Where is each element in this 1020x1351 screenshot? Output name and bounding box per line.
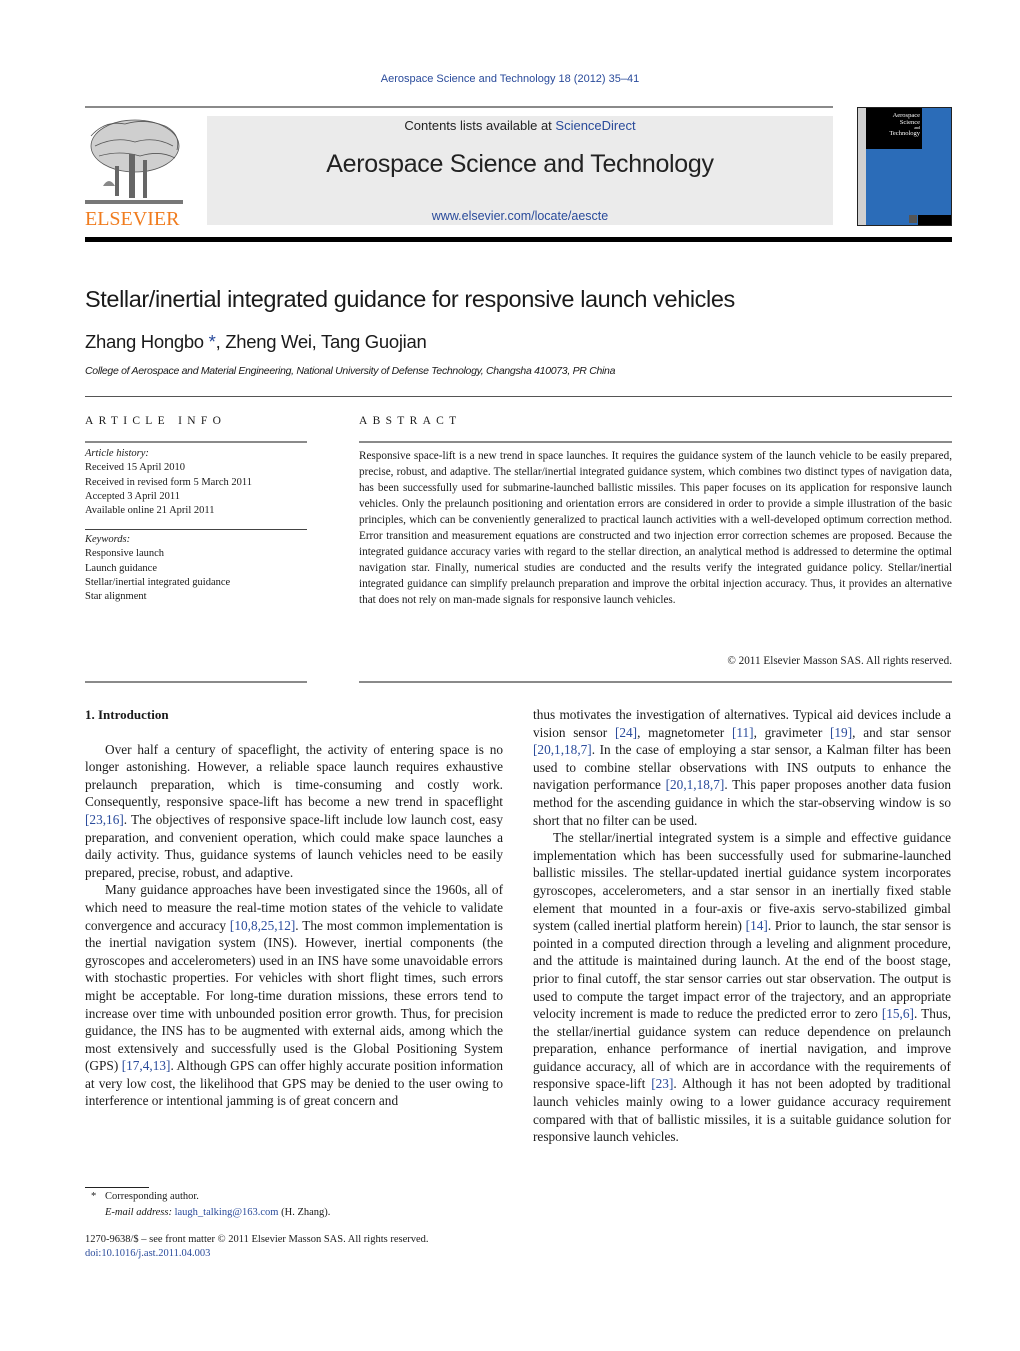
elsevier-wordmark: ELSEVIER bbox=[85, 208, 180, 230]
abstract-copyright: © 2011 Elsevier Masson SAS. All rights r… bbox=[727, 655, 952, 667]
journal-url-link[interactable]: www.elsevier.com/locate/aescte bbox=[207, 209, 833, 223]
author-name[interactable]: Tang Guojian bbox=[321, 331, 427, 352]
reference-link[interactable]: [23] bbox=[651, 1076, 673, 1091]
article-history-label: Article history: bbox=[85, 448, 149, 459]
cover-line: Technology bbox=[889, 130, 920, 137]
journal-cover-thumbnail[interactable]: Aerospace Science and Technology bbox=[857, 107, 952, 226]
email-owner: (H. Zhang). bbox=[278, 1207, 331, 1218]
history-accepted: Accepted 3 April 2011 bbox=[85, 490, 180, 502]
cover-spine bbox=[858, 108, 866, 225]
reference-link[interactable]: [11] bbox=[732, 725, 754, 740]
contents-prefix: Contents lists available at bbox=[404, 118, 556, 133]
abstract-end-rule bbox=[359, 681, 952, 683]
footnote-rule bbox=[85, 1187, 149, 1188]
article-history: Article history: Received 15 April 2010 … bbox=[85, 447, 307, 518]
keyword: Stellar/inertial integrated guidance bbox=[85, 576, 231, 588]
contents-availability: Contents lists available at ScienceDirec… bbox=[207, 118, 833, 133]
abstract-text: Responsive space-lift is a new trend in … bbox=[359, 450, 952, 606]
keyword: Star alignment bbox=[85, 591, 147, 603]
article-title: Stellar/inertial integrated guidance for… bbox=[85, 286, 735, 312]
issn-copyright: 1270-9638/$ – see front matter © 2011 El… bbox=[85, 1234, 429, 1245]
abstract-rule bbox=[359, 441, 952, 443]
section-heading-introduction: 1. Introduction bbox=[85, 707, 169, 722]
history-received: Received 15 April 2010 bbox=[85, 462, 186, 474]
paragraph-text: , and star sensor bbox=[852, 724, 952, 740]
author-separator: , bbox=[215, 331, 226, 352]
paragraph-text: , gravimeter bbox=[753, 724, 830, 740]
history-online: Available online 21 April 2011 bbox=[85, 505, 215, 517]
author-list: Zhang Hongbo *, Zheng Wei, Tang Guojian bbox=[85, 331, 427, 353]
keywords-label: Keywords: bbox=[85, 534, 131, 545]
cover-footer-band bbox=[918, 215, 951, 225]
reference-link[interactable]: [17,4,13] bbox=[122, 1058, 171, 1073]
corresponding-label: Corresponding author. bbox=[105, 1191, 199, 1202]
keywords-block: Keywords: Responsive launch Launch guida… bbox=[85, 533, 307, 604]
cover-line: Aerospace bbox=[892, 112, 920, 119]
paragraph-text: . The most common implementation is the … bbox=[85, 917, 503, 1074]
reference-link[interactable]: [24] bbox=[615, 725, 637, 740]
journal-banner: Contents lists available at ScienceDirec… bbox=[207, 116, 833, 225]
paragraph-text: , magnetometer bbox=[637, 724, 732, 740]
journal-citation[interactable]: Aerospace Science and Technology 18 (201… bbox=[0, 73, 1020, 85]
journal-title: Aerospace Science and Technology bbox=[326, 150, 714, 178]
reference-link[interactable]: [10,8,25,12] bbox=[230, 918, 295, 933]
header-rule bbox=[85, 106, 833, 108]
author-separator: , bbox=[311, 331, 322, 352]
keyword: Responsive launch bbox=[85, 548, 165, 560]
reference-link[interactable]: [19] bbox=[830, 725, 852, 740]
reference-link[interactable]: [15,6] bbox=[882, 1006, 914, 1021]
paragraph-continued: thus motivates the investigation of alte… bbox=[533, 706, 951, 829]
article-info-rule bbox=[85, 441, 307, 443]
reference-link[interactable]: [20,1,18,7] bbox=[666, 777, 725, 792]
sciencedirect-link[interactable]: ScienceDirect bbox=[555, 118, 635, 133]
paragraph-text: . The objectives of responsive space-lif… bbox=[85, 811, 503, 880]
paragraph-text: Over half a century of spaceflight, the … bbox=[85, 741, 503, 810]
elsevier-tree-icon bbox=[85, 119, 183, 204]
cover-line: Science bbox=[899, 119, 920, 126]
cover-title-block: Aerospace Science and Technology bbox=[866, 108, 922, 149]
email-label: E-mail address: bbox=[105, 1207, 172, 1218]
email-link[interactable]: laugh_talking@163.com bbox=[175, 1207, 279, 1218]
cover-publisher-icon bbox=[909, 215, 917, 223]
history-revised: Received in revised form 5 March 2011 bbox=[85, 476, 252, 488]
corresponding-author-footnote: * Corresponding author. E-mail address: l… bbox=[85, 1189, 330, 1221]
keyword: Launch guidance bbox=[85, 562, 158, 574]
author-name[interactable]: Zhang Hongbo bbox=[85, 331, 204, 352]
body-column-right: thus motivates the investigation of alte… bbox=[533, 706, 951, 1146]
corresponding-author-mark[interactable]: * bbox=[209, 331, 216, 352]
footnote-star: * bbox=[91, 1191, 97, 1202]
elsevier-logo[interactable]: ELSEVIER bbox=[85, 116, 185, 230]
reference-link[interactable]: [14] bbox=[746, 918, 768, 933]
title-rule bbox=[85, 396, 952, 397]
paragraph: Over half a century of spaceflight, the … bbox=[85, 741, 503, 882]
abstract-heading: ABSTRACT bbox=[359, 415, 462, 427]
body-column-left: 1. Introduction Over half a century of s… bbox=[85, 706, 503, 1110]
reference-link[interactable]: [20,1,18,7] bbox=[533, 742, 592, 757]
header-thick-rule bbox=[85, 237, 952, 242]
article-info-heading: ARTICLE INFO bbox=[85, 415, 227, 427]
author-affiliation: College of Aerospace and Material Engine… bbox=[85, 365, 616, 377]
article-info-end-rule bbox=[85, 681, 307, 683]
paragraph: The stellar/inertial integrated system i… bbox=[533, 829, 951, 1146]
reference-link[interactable]: [23,16] bbox=[85, 812, 124, 827]
front-matter: 1270-9638/$ – see front matter © 2011 El… bbox=[85, 1233, 429, 1261]
keywords-rule bbox=[85, 529, 307, 530]
author-name[interactable]: Zheng Wei bbox=[225, 331, 312, 352]
doi-link[interactable]: doi:10.1016/j.ast.2011.04.003 bbox=[85, 1248, 210, 1259]
paragraph: Many guidance approaches have been inves… bbox=[85, 881, 503, 1110]
